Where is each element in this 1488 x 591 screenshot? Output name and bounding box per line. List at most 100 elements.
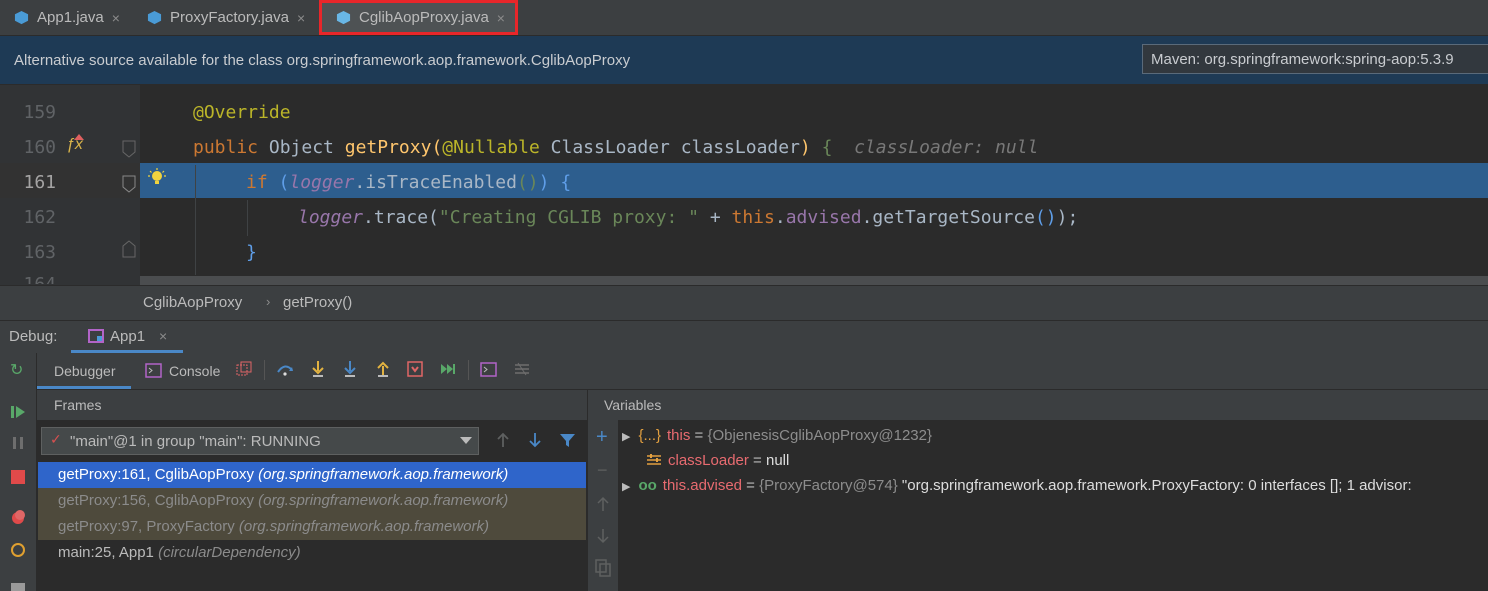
- toolbar-separator: [264, 360, 265, 380]
- dot-token: .: [774, 207, 786, 228]
- variables-header: [588, 390, 1488, 420]
- variable-extra: "org.springframework.aop.framework.Proxy…: [897, 477, 1412, 494]
- chevron-down-icon[interactable]: [460, 437, 472, 445]
- mute-breakpoints-icon[interactable]: [10, 542, 26, 558]
- run-to-cursor-icon[interactable]: [440, 362, 456, 376]
- horizontal-scrollbar[interactable]: [140, 276, 1488, 285]
- frame-item[interactable]: getProxy:161, CglibAopProxy (org.springf…: [38, 462, 586, 488]
- breadcrumb-separator: ›: [266, 294, 271, 309]
- frame-package: (org.springframework.aop.framework): [238, 518, 489, 535]
- check-icon: ✓: [50, 431, 62, 447]
- keyword-token: if: [246, 172, 268, 193]
- expand-arrow-icon[interactable]: ▶: [622, 431, 630, 443]
- force-step-into-icon[interactable]: [342, 360, 358, 378]
- breadcrumb-class[interactable]: CglibAopProxy: [143, 294, 242, 311]
- breadcrumb-method[interactable]: getProxy(): [283, 294, 352, 311]
- application-icon: [88, 329, 104, 343]
- banner-text: Alternative source available for the cla…: [14, 52, 631, 69]
- step-out-icon[interactable]: [375, 360, 391, 378]
- line-number: 164: [0, 274, 56, 284]
- step-over-icon[interactable]: [276, 362, 294, 376]
- variable-row[interactable]: ▶ oo this.advised = {ProxyFactory@574} "or…: [622, 477, 1412, 494]
- debug-tool-window-header: [0, 320, 1488, 354]
- toolbar-separator: [468, 360, 469, 380]
- line-number: 159: [23, 102, 56, 123]
- variable-name: classLoader: [668, 452, 749, 469]
- restore-layout-icon[interactable]: [236, 361, 252, 377]
- variable-value: {ObjenesisCglibAopProxy@1232}: [707, 427, 932, 444]
- tab-cglibaopproxy[interactable]: CglibAopProxy.java ×: [319, 0, 518, 35]
- variable-eq: =: [690, 427, 708, 444]
- tab-label: CglibAopProxy.java: [359, 9, 489, 26]
- frame-package: (org.springframework.aop.framework): [258, 466, 509, 483]
- camera-icon[interactable]: [10, 580, 26, 591]
- variable-row[interactable]: classLoader = null: [646, 452, 789, 469]
- arrow-up-icon[interactable]: [597, 496, 609, 512]
- paren-token: );: [1056, 207, 1079, 228]
- step-into-icon[interactable]: [310, 360, 326, 378]
- frame-item[interactable]: getProxy:156, CglibAopProxy (org.springf…: [38, 488, 586, 514]
- arrow-down-icon[interactable]: [528, 432, 542, 448]
- params-token: ClassLoader classLoader: [539, 137, 800, 158]
- arrow-down-icon[interactable]: [597, 528, 609, 544]
- debug-toolbar: [37, 353, 1488, 390]
- parameter-icon: [647, 454, 661, 465]
- frame-location: getProxy:156, CglibAopProxy: [58, 492, 254, 509]
- stop-icon[interactable]: [11, 470, 25, 484]
- variables-title: Variables: [604, 397, 662, 413]
- keyword-token: public: [193, 137, 259, 158]
- copy-icon[interactable]: [595, 559, 611, 577]
- paren-token: ) {: [538, 172, 572, 193]
- variable-name: this: [667, 427, 691, 444]
- tab-console-label[interactable]: Console: [169, 363, 220, 379]
- tab-app1[interactable]: App1.java ×: [14, 0, 120, 35]
- close-icon[interactable]: ×: [112, 10, 120, 26]
- override-arrow-icon: [74, 134, 84, 140]
- frame-package: (org.springframework.aop.framework): [258, 492, 509, 509]
- pause-icon[interactable]: [11, 436, 25, 450]
- string-token: "Creating CGLIB proxy: ": [438, 207, 699, 228]
- paren-token: ): [799, 137, 811, 158]
- watch-glasses-icon: oo: [638, 477, 657, 494]
- field-token: logger: [289, 172, 355, 193]
- frames-title: Frames: [54, 397, 102, 413]
- frame-item[interactable]: getProxy:97, ProxyFactory (org.springfra…: [38, 514, 586, 540]
- arrow-up-icon[interactable]: [496, 432, 510, 448]
- remove-watch-icon[interactable]: −: [597, 460, 608, 481]
- tab-label: ProxyFactory.java: [170, 9, 289, 26]
- fold-marker-icon[interactable]: [122, 175, 136, 193]
- evaluate-expression-icon[interactable]: [480, 362, 497, 377]
- variable-name: this.advised: [662, 477, 743, 494]
- line-number: 162: [23, 207, 56, 228]
- method-name-token: getProxy: [344, 137, 432, 158]
- call-token: .isTraceEnabled: [354, 172, 517, 193]
- close-icon[interactable]: ×: [497, 10, 505, 26]
- line-number: 160: [23, 137, 56, 158]
- tab-proxyfactory[interactable]: ProxyFactory.java ×: [147, 0, 305, 35]
- close-icon[interactable]: ×: [159, 328, 167, 344]
- call-token: .getTargetSource: [861, 207, 1035, 228]
- close-icon[interactable]: ×: [297, 10, 305, 26]
- frame-package: (circularDependency): [158, 544, 301, 561]
- expand-arrow-icon[interactable]: ▶: [622, 481, 630, 493]
- code-line-163: }: [246, 242, 257, 263]
- variable-row[interactable]: ▶ {...} this = {ObjenesisCglibAopProxy@123…: [622, 427, 932, 444]
- field-token: logger: [298, 207, 364, 228]
- fold-marker-icon[interactable]: [122, 140, 136, 158]
- intention-bulb-icon[interactable]: [148, 168, 166, 188]
- view-breakpoints-icon[interactable]: [10, 509, 26, 525]
- frame-location: getProxy:161, CglibAopProxy: [58, 466, 254, 483]
- console-icon[interactable]: [145, 363, 162, 378]
- maven-source-select[interactable]: Maven: org.springframework:spring-aop:5.…: [1142, 44, 1488, 74]
- paren-token: (: [431, 137, 443, 158]
- fold-marker-icon[interactable]: [122, 240, 136, 258]
- resume-icon[interactable]: [10, 404, 26, 420]
- frame-item[interactable]: main:25, App1 (circularDependency): [38, 540, 586, 566]
- add-watch-icon[interactable]: +: [596, 426, 608, 449]
- rerun-icon[interactable]: ↻: [10, 360, 23, 380]
- drop-frame-icon[interactable]: [407, 361, 423, 377]
- paren-token: (: [267, 172, 290, 193]
- tab-debugger-label: Debugger: [54, 363, 116, 379]
- filter-icon[interactable]: [560, 433, 575, 448]
- trace-icon[interactable]: [514, 362, 530, 376]
